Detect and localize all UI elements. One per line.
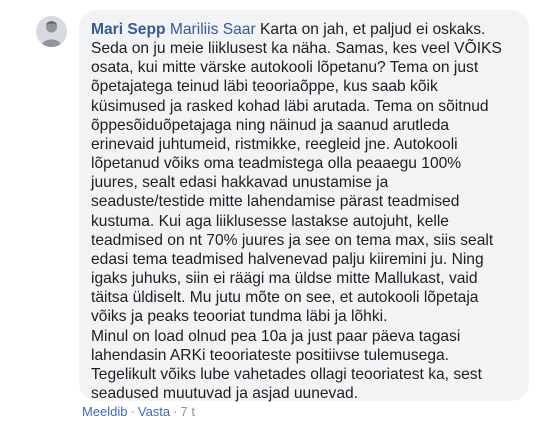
comment-line: kustuma. Kui aga liiklusesse lastakse au… [91,212,449,230]
author-name-link[interactable]: Mari Sepp [91,21,166,38]
comment-line: võiks ja peaks teooriat tundma läbi ja l… [91,308,388,326]
comment-line: seadused muutuvad ja asjad uunevad. [91,384,359,402]
comment-line: õpetajatega teinud läbi teooriaõppe, kus… [91,78,438,96]
comment-actions: Meeldib · Vasta · 7 t [82,404,195,420]
comment-line: osata, kui mitte värske autokooli lõpeta… [91,59,479,77]
avatar[interactable] [36,16,67,47]
comment-body: Mari Sepp Mariliis Saar Karta on jah, et… [91,20,513,403]
comment-line: õppesõiduõpetajaga ning näinud ja saanud… [91,116,450,134]
comment: Mari Sepp Mariliis Saar Karta on jah, et… [0,0,540,438]
comment-text-start: Karta on jah, et paljud ei oskaks. [260,21,486,38]
reply-button[interactable]: Vasta [138,404,170,419]
comment-line: juures, sealt edasi hakkavad unustamise … [91,174,389,192]
comment-first-line: Mari Sepp Mariliis Saar Karta on jah, et… [91,20,513,39]
comment-line: küsimused ja rasked kohad läbi arutada. … [91,97,489,115]
comment-line: teadmised on nt 70% juures ja see on tem… [91,231,494,249]
comment-line: edasi tema teadmised halvenevad palju ki… [91,250,484,268]
timestamp[interactable]: 7 t [181,404,195,419]
comment-line: täitsa üldiselt. Mu jutu mõte on see, et… [91,289,479,307]
comment-bubble: Mari Sepp Mariliis Saar Karta on jah, et… [79,10,529,403]
comment-line: erinevaid juhtumeid, ristmikke, reegleid… [91,135,458,153]
comment-line: lahendasin ARKi teooriateste positiivse … [91,346,450,364]
mention-link[interactable]: Mariliis Saar [170,21,256,38]
separator: · [173,404,178,419]
comment-line: Seda on ju meie liiklusest ka näha. Sama… [91,40,502,58]
comment-line: Tegelikult võiks lube vahetades ollagi t… [91,365,482,383]
comment-line: seaduste/testide mitte lahendamise päras… [91,193,460,211]
like-button[interactable]: Meeldib [82,404,128,419]
comment-line: igaks juhuks, siin ei räägi ma üldse mit… [91,270,478,288]
comment-line: Minul on load olnud pea 10a ja just paar… [91,327,461,345]
user-profile-photo-icon [36,16,67,47]
comment-line: lõpetanud võiks oma teadmistega olla pea… [91,155,462,173]
separator: · [130,404,135,419]
